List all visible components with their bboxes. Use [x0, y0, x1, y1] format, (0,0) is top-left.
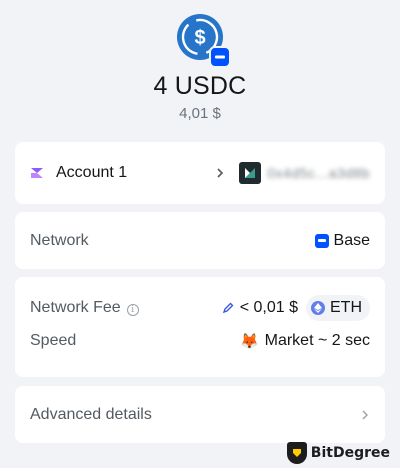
network-fee-label: Network Fee i	[30, 299, 139, 317]
pencil-icon[interactable]	[222, 302, 234, 314]
watermark-text: BitDegree	[310, 445, 390, 461]
advanced-details-card[interactable]: Advanced details	[15, 386, 385, 443]
network-fee-value[interactable]: < 0,01 $ ETH	[222, 295, 370, 321]
account-avatar-icon	[31, 168, 43, 178]
speed-label: Speed	[30, 332, 77, 349]
network-value: Base	[314, 231, 370, 250]
network-label: Network	[30, 231, 89, 249]
eth-icon	[311, 301, 325, 315]
advanced-details-label: Advanced details	[30, 405, 152, 423]
fee-amount: < 0,01 $	[239, 299, 298, 316]
network-card: Network Base	[15, 212, 385, 269]
speed-value[interactable]: 🦊 Market ~ 2 sec	[240, 332, 370, 350]
base-icon	[314, 233, 329, 248]
base-network-icon	[209, 46, 231, 68]
network-name: Base	[333, 231, 370, 249]
metamask-fox-icon: 🦊	[239, 333, 259, 350]
token-header: $ 4 USDC 4,01 $	[0, 14, 400, 122]
fiat-amount: 4,01 $	[179, 105, 221, 122]
watermark: BitDegree	[286, 442, 390, 464]
token-amount: 4 USDC	[153, 72, 247, 100]
speed-text: Market ~ 2 sec	[264, 332, 370, 349]
fee-currency-pill[interactable]: ETH	[306, 295, 370, 321]
fee-card: Network Fee i < 0,01 $ ETH Speed 🦊 Market…	[15, 277, 385, 377]
account-card: Account 1 0x4d5c...a3d8b	[15, 142, 385, 204]
destination-avatar	[239, 162, 262, 184]
destination-address[interactable]: 0x4d5c...a3d8b	[267, 165, 370, 181]
bitdegree-logo-icon	[286, 442, 307, 464]
fee-currency: ETH	[330, 299, 362, 316]
chevron-right-icon	[217, 168, 224, 178]
source-account[interactable]: Account 1	[30, 164, 127, 182]
token-logo: $	[177, 14, 231, 68]
info-icon[interactable]: i	[126, 304, 139, 316]
chevron-right-icon	[362, 410, 368, 419]
svg-text:$: $	[194, 27, 205, 49]
account-name: Account 1	[56, 164, 128, 181]
